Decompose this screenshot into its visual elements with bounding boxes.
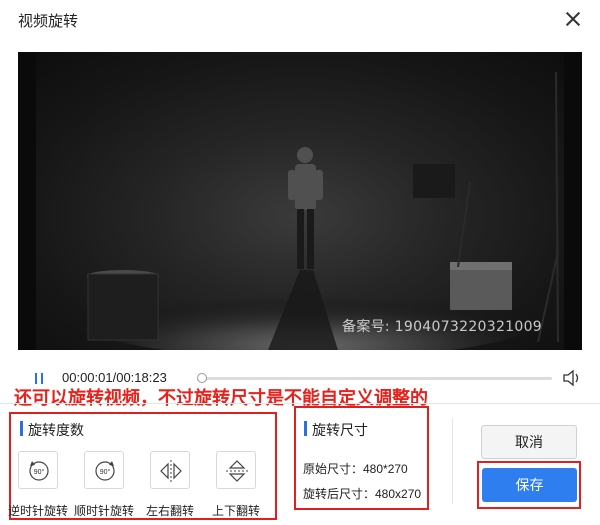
video-watermark: 备案号: 1904073220321009 — [342, 319, 542, 335]
rotate-ccw-icon: 90° — [29, 461, 49, 481]
window-title: 视频旋转 — [18, 13, 79, 30]
divider — [0, 403, 600, 404]
rotate-ccw-button[interactable]: 90° — [18, 451, 58, 489]
flip-vertical-label: 上下翻转 — [212, 504, 261, 518]
rotated-size: 旋转后尺寸：480x270 — [303, 487, 422, 501]
rotate-cw-label: 顺时针旋转 — [74, 504, 135, 518]
flip-horizontal-button[interactable] — [150, 451, 190, 489]
title-bar: 视频旋转 — [0, 0, 600, 40]
video-scene — [18, 52, 582, 350]
rotate-cw-degree: 90° — [100, 468, 111, 476]
rotate-cw-button[interactable]: 90° — [84, 451, 124, 489]
pause-icon[interactable] — [34, 373, 44, 384]
rotation-section-title: 旋转度数 — [20, 421, 84, 438]
rotate-ccw-degree: 90° — [34, 468, 45, 476]
time-display: 00:00:01/00:18:23 — [62, 370, 167, 385]
vertical-divider — [452, 418, 453, 504]
progress-bar[interactable] — [200, 377, 552, 380]
flip-vertical-button[interactable] — [216, 451, 256, 489]
rotate-ccw-label: 逆时针旋转 — [8, 504, 69, 518]
original-size: 原始尺寸：480*270 — [303, 462, 408, 476]
flip-horizontal-icon — [160, 460, 182, 482]
speaker-icon[interactable] — [562, 369, 582, 387]
close-icon[interactable] — [564, 10, 582, 28]
rotate-cw-icon: 90° — [95, 461, 115, 481]
save-button[interactable]: 保存 — [482, 468, 577, 502]
flip-horizontal-label: 左右翻转 — [146, 504, 195, 518]
cancel-button[interactable]: 取消 — [481, 425, 577, 459]
video-preview[interactable]: 备案号: 1904073220321009 — [18, 52, 582, 350]
progress-handle[interactable] — [197, 373, 207, 383]
flip-vertical-icon — [226, 460, 248, 482]
size-section-title: 旋转尺寸 — [304, 421, 368, 438]
